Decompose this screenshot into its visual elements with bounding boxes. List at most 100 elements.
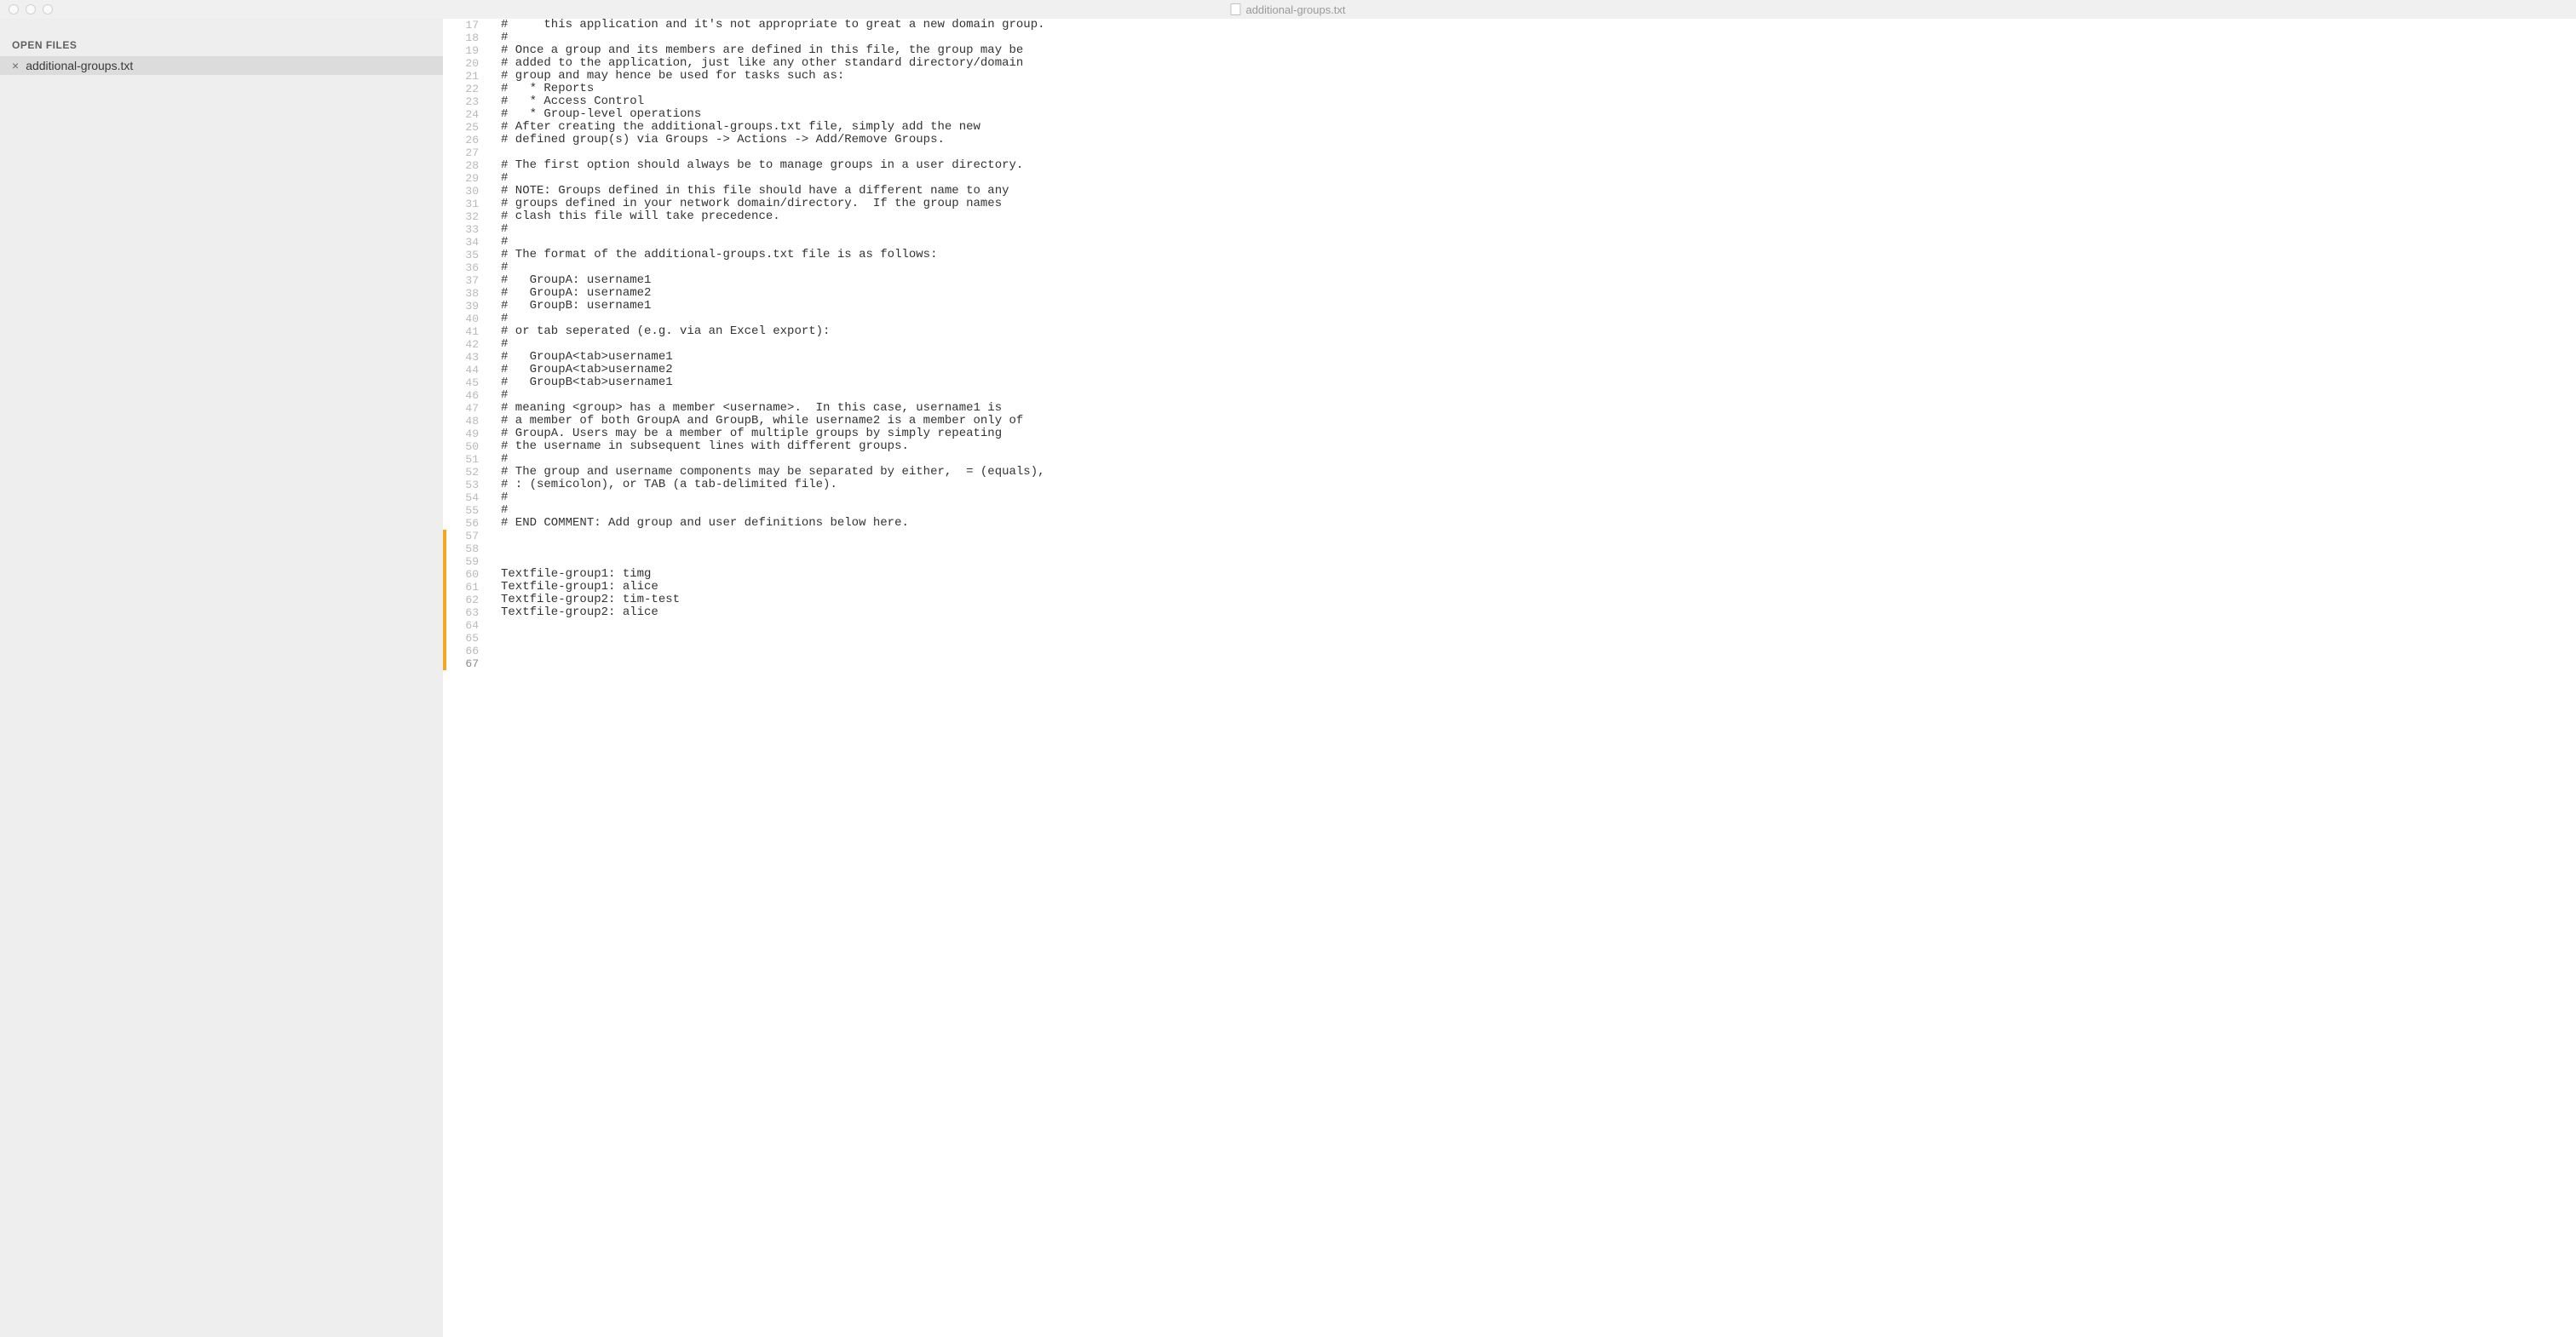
code-line[interactable] [484,555,501,568]
code-line[interactable]: # [484,491,508,504]
code-line[interactable]: # [484,236,508,249]
code-line[interactable]: # GroupA: username1 [484,274,651,287]
window-title-text: additional-groups.txt [1245,3,1345,16]
line-number: 42 [446,338,484,351]
code-line[interactable] [484,619,501,632]
line-number: 46 [446,389,484,402]
line-number: 52 [446,466,484,479]
code-line[interactable]: # a member of both GroupA and GroupB, wh… [484,415,1023,427]
code-line[interactable]: # * Reports [484,83,594,95]
code-line[interactable]: # END COMMENT: Add group and user defini… [484,517,909,530]
code-line[interactable]: # [484,453,508,466]
line-number: 53 [446,479,484,491]
line-number: 41 [446,325,484,338]
open-file-item[interactable]: × additional-groups.txt [0,56,443,75]
code-line[interactable]: # the username in subsequent lines with … [484,440,909,453]
code-line[interactable]: # meaning <group> has a member <username… [484,402,1002,415]
zoom-window-button[interactable] [43,4,53,14]
code-line[interactable] [484,657,501,670]
editor-pane[interactable]: 1718192021222324252627282930313233343536… [443,19,2576,1337]
code-line[interactable]: # added to the application, just like an… [484,57,1023,70]
line-number: 18 [446,32,484,44]
line-number: 59 [446,555,484,568]
code-line[interactable]: # GroupA. Users may be a member of multi… [484,427,1002,440]
code-line[interactable]: # [484,223,508,236]
code-line[interactable] [484,645,501,657]
code-line[interactable]: Textfile-group2: alice [484,606,658,619]
code-line[interactable] [484,530,501,542]
window-controls [0,4,53,14]
close-window-button[interactable] [9,4,19,14]
line-number: 24 [446,108,484,121]
code-line[interactable]: # : (semicolon), or TAB (a tab-delimited… [484,479,837,491]
line-number: 36 [446,261,484,274]
line-number: 65 [446,632,484,645]
line-number: 54 [446,491,484,504]
line-number: 37 [446,274,484,287]
code-line[interactable]: # [484,504,508,517]
code-line[interactable]: # this application and it's not appropri… [484,19,1045,32]
code-line[interactable]: # groups defined in your network domain/… [484,198,1002,210]
line-number: 67 [446,657,484,670]
code-line[interactable] [484,632,501,645]
line-number: 34 [446,236,484,249]
code-line[interactable]: # [484,32,508,44]
code-line[interactable] [484,542,501,555]
minimize-window-button[interactable] [26,4,36,14]
line-number: 35 [446,249,484,261]
code-line[interactable]: # or tab seperated (e.g. via an Excel ex… [484,325,830,338]
line-number: 51 [446,453,484,466]
line-number: 61 [446,581,484,594]
line-number: 57 [446,530,484,542]
code-line[interactable]: # * Group-level operations [484,108,701,121]
line-number: 33 [446,223,484,236]
code-line[interactable]: # GroupA<tab>username2 [484,364,673,376]
open-files-header: OPEN FILES [0,19,443,56]
code-line[interactable]: # GroupB<tab>username1 [484,376,673,389]
line-number: 21 [446,70,484,83]
code-line[interactable]: # The format of the additional-groups.tx… [484,249,937,261]
line-number: 39 [446,300,484,313]
line-number: 26 [446,134,484,146]
line-number: 29 [446,172,484,185]
document-icon [1230,3,1240,15]
line-number: 27 [446,146,484,159]
code-line[interactable] [484,146,501,159]
line-number: 19 [446,44,484,57]
code-line[interactable]: Textfile-group1: timg [484,568,651,581]
code-line[interactable]: Textfile-group1: alice [484,581,658,594]
line-number: 47 [446,402,484,415]
code-line[interactable]: Textfile-group2: tim-test [484,594,680,606]
line-number: 17 [446,19,484,32]
line-number: 28 [446,159,484,172]
code-line[interactable]: # GroupA<tab>username1 [484,351,673,364]
code-line[interactable]: # defined group(s) via Groups -> Actions… [484,134,945,146]
code-line[interactable]: # [484,389,508,402]
code-line[interactable]: # [484,338,508,351]
close-file-icon[interactable]: × [12,60,19,72]
code-line[interactable]: # The first option should always be to m… [484,159,1023,172]
code-line[interactable]: # [484,313,508,325]
code-line[interactable]: # The group and username components may … [484,466,1045,479]
line-number: 43 [446,351,484,364]
code-line[interactable]: # GroupB: username1 [484,300,651,313]
code-line[interactable]: # group and may hence be used for tasks … [484,70,844,83]
line-number: 56 [446,517,484,530]
line-number: 66 [446,645,484,657]
code-line[interactable]: # [484,172,508,185]
code-line[interactable]: # GroupA: username2 [484,287,651,300]
code-line[interactable]: # NOTE: Groups defined in this file shou… [484,185,1009,198]
code-line[interactable]: # clash this file will take precedence. [484,210,780,223]
code-line[interactable]: # After creating the additional-groups.t… [484,121,980,134]
window-titlebar: additional-groups.txt [0,0,2576,19]
line-number: 44 [446,364,484,376]
line-number: 38 [446,287,484,300]
line-number: 45 [446,376,484,389]
window-title: additional-groups.txt [1230,3,1345,16]
code-line[interactable]: # Once a group and its members are defin… [484,44,1023,57]
code-line[interactable]: # [484,261,508,274]
line-number: 22 [446,83,484,95]
line-number: 55 [446,504,484,517]
code-line[interactable]: # * Access Control [484,95,644,108]
line-number: 62 [446,594,484,606]
